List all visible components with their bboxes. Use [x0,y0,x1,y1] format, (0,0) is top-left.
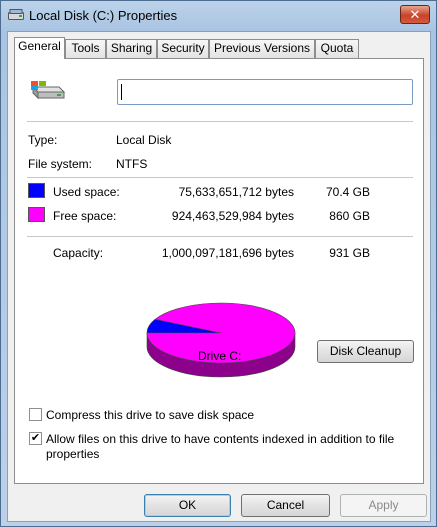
cancel-button[interactable]: Cancel [241,494,330,517]
tab-tools[interactable]: Tools [65,39,106,58]
free-space-label: Free space: [53,209,117,223]
free-space-size: 860 GB [329,209,370,223]
used-space-bytes: 75,633,651,712 bytes [178,185,294,199]
index-label-line2: properties [46,447,100,461]
close-button[interactable]: ✕ [400,5,430,24]
dialog-body: General Tools Sharing Security Previous … [7,31,431,522]
text-cursor [121,84,122,100]
window-title: Local Disk (C:) Properties [29,8,178,23]
drive-label: Drive C: [198,349,242,363]
compress-checkbox[interactable] [29,408,42,421]
compress-label: Compress this drive to save disk space [46,408,255,422]
tab-sharing[interactable]: Sharing [106,39,157,58]
index-checkbox[interactable]: ✔ [29,432,42,445]
tab-security[interactable]: Security [157,39,209,58]
tab-general[interactable]: General [14,37,65,59]
free-space-swatch [28,207,45,222]
file-system-label: File system: [28,157,93,171]
drive-name-field[interactable] [117,79,413,105]
apply-button[interactable]: Apply [340,494,427,517]
separator [27,177,413,178]
free-space-bytes: 924,463,529,984 bytes [171,209,294,223]
tab-quota[interactable]: Quota [315,39,359,58]
checkmark-icon: ✔ [30,432,41,444]
capacity-size: 931 GB [329,246,370,260]
used-space-label: Used space: [53,185,120,199]
close-icon: ✕ [409,7,421,22]
ok-button[interactable]: OK [144,494,231,517]
type-label: Type: [28,133,58,147]
general-panel: Type: Local Disk File system: NTFS Used … [14,58,424,484]
capacity-bytes: 1,000,097,181,696 bytes [161,246,294,260]
capacity-label: Capacity: [53,246,104,260]
used-space-size: 70.4 GB [325,185,370,199]
tab-previous-versions[interactable]: Previous Versions [209,39,315,58]
file-system-value: NTFS [116,157,148,171]
hard-drive-icon [31,81,65,100]
title-bar[interactable]: Local Disk (C:) Properties ✕ [1,1,436,31]
properties-window: Local Disk (C:) Properties ✕ General Too… [0,0,437,527]
type-value: Local Disk [116,133,172,147]
index-label-line1: Allow files on this drive to have conten… [46,432,395,446]
used-space-swatch [28,183,45,198]
separator [27,236,413,237]
drive-icon [8,9,24,20]
disk-usage-pie-chart [146,302,296,378]
disk-cleanup-button[interactable]: Disk Cleanup [317,340,414,363]
separator [27,121,413,122]
